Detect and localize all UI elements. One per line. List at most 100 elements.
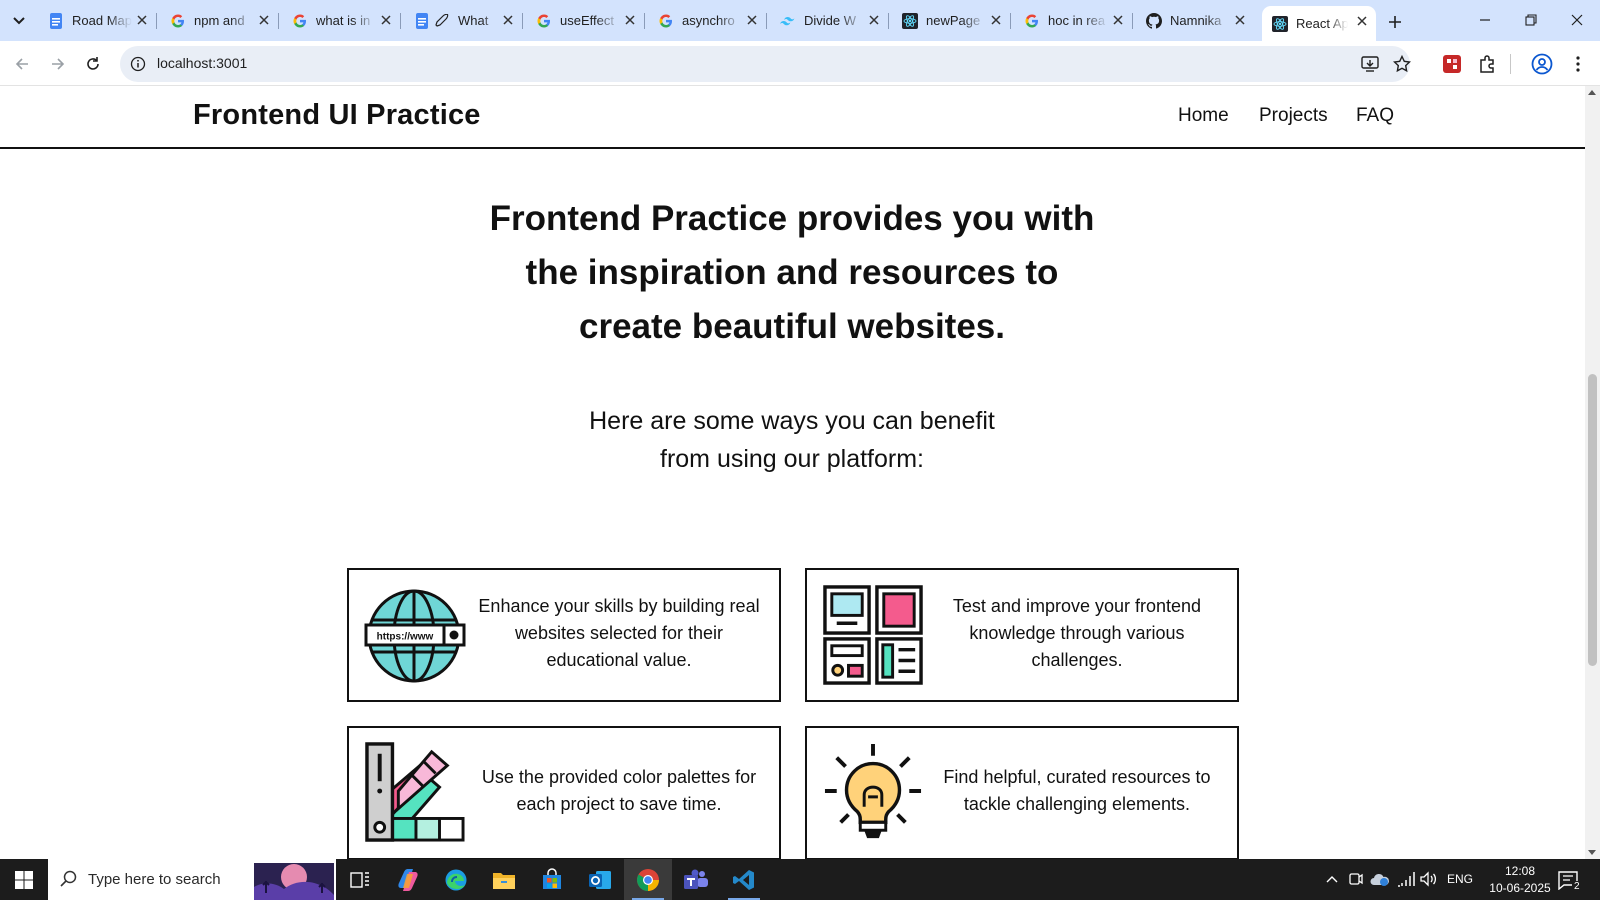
tab-useeffect[interactable]: useEffect [526, 6, 645, 35]
benefit-card-palettes: Use the provided color palettes for each… [347, 726, 781, 859]
site-info-icon[interactable] [128, 54, 148, 74]
tab-title: hoc in rea [1048, 13, 1106, 28]
reload-button[interactable] [79, 50, 107, 78]
card-text: Find helpful, curated resources to tackl… [931, 764, 1223, 818]
outlook-icon [589, 870, 611, 889]
close-tab-icon[interactable] [500, 12, 516, 28]
tab-what[interactable]: What [404, 6, 523, 35]
scrollbar-thumb[interactable] [1588, 374, 1597, 666]
start-button[interactable] [0, 859, 48, 900]
card-line: each project to save time. [516, 794, 722, 814]
bookmark-star-icon[interactable] [1392, 54, 1412, 74]
page-scrollbar[interactable] [1585, 86, 1600, 859]
search-highlight-illustration [254, 863, 334, 900]
tab-npm[interactable]: npm and [160, 6, 279, 35]
taskbar-edge[interactable] [432, 859, 480, 900]
network-icon[interactable] [1396, 869, 1416, 889]
close-tab-icon[interactable] [744, 12, 760, 28]
tab-road-map[interactable]: Road Map [38, 6, 157, 35]
tab-search-button[interactable] [6, 8, 32, 34]
close-tab-icon[interactable] [622, 12, 638, 28]
globe-www-icon: https://www [364, 589, 466, 683]
close-tab-icon[interactable] [988, 12, 1004, 28]
restore-button[interactable] [1508, 0, 1554, 40]
google-docs-icon [48, 12, 64, 29]
taskbar-copilot[interactable] [384, 859, 432, 900]
taskbar-chrome[interactable] [624, 859, 672, 900]
forward-button[interactable] [44, 50, 72, 78]
taskbar-search[interactable]: Type here to search [48, 859, 336, 900]
taskbar-teams[interactable] [672, 859, 720, 900]
clock-time[interactable]: 12:08 [1495, 864, 1545, 878]
clock-date[interactable]: 10-06-2025 [1484, 881, 1556, 895]
close-tab-icon[interactable] [866, 12, 882, 28]
tab-hoc[interactable]: hoc in rea [1014, 6, 1133, 35]
tab-asynchro[interactable]: asynchro [648, 6, 767, 35]
volume-icon[interactable] [1418, 869, 1438, 889]
google-icon [1024, 13, 1040, 29]
tab-separator [888, 13, 889, 29]
browser-toolbar: localhost:3001 [0, 41, 1600, 86]
kebab-menu-icon[interactable] [1566, 52, 1590, 76]
svg-text:https://www: https://www [377, 632, 434, 643]
input-language[interactable]: ENG [1447, 872, 1473, 886]
tab-github[interactable]: Namnika [1136, 6, 1254, 35]
arrow-left-icon [15, 58, 28, 70]
github-icon [1146, 12, 1162, 29]
tab-divide[interactable]: Divide W [770, 6, 889, 35]
folder-icon [493, 872, 515, 889]
tab-what-is-in[interactable]: what is in [282, 6, 401, 35]
new-tab-button[interactable] [1383, 10, 1407, 34]
copilot-icon [398, 868, 418, 891]
tab-title: React Ap [1296, 16, 1348, 31]
install-app-icon[interactable] [1360, 54, 1380, 74]
close-tab-icon[interactable] [1232, 12, 1248, 28]
google-icon [170, 13, 186, 29]
google-docs-icon [414, 12, 430, 29]
url-text: localhost:3001 [157, 55, 248, 71]
card-line: Use the provided color palettes for [481, 767, 757, 787]
close-tab-icon[interactable] [1110, 12, 1126, 28]
close-tab-icon[interactable] [1354, 13, 1370, 29]
task-view-button[interactable] [336, 859, 384, 900]
scroll-down-arrow-icon[interactable] [1588, 850, 1596, 855]
tab-title: what is in [316, 13, 371, 28]
card-line: Test and improve your frontend [952, 596, 1202, 616]
search-placeholder: Type here to search [88, 871, 221, 888]
tab-title: newPage [926, 13, 981, 28]
vscode-icon [733, 869, 754, 890]
taskbar-vscode[interactable] [720, 859, 768, 900]
taskbar-file-explorer[interactable] [480, 859, 528, 900]
close-tab-icon[interactable] [378, 12, 394, 28]
card-line: challenges. [1031, 650, 1123, 670]
taskbar-store[interactable] [528, 859, 576, 900]
show-hidden-icons-icon[interactable] [1322, 869, 1342, 889]
minimize-button[interactable] [1462, 0, 1508, 40]
site-brand[interactable]: Frontend UI Practice [193, 99, 481, 132]
nav-link-projects[interactable]: Projects [1259, 105, 1328, 127]
back-button[interactable] [8, 50, 36, 78]
chevron-down-icon [13, 17, 25, 25]
scroll-up-arrow-icon[interactable] [1588, 90, 1596, 95]
profile-icon[interactable] [1530, 52, 1554, 76]
intro-line: Here are some ways you can benefit [589, 407, 995, 435]
puzzle-extensions-icon[interactable] [1476, 52, 1500, 76]
taskbar-outlook[interactable] [576, 859, 624, 900]
extension-icon[interactable] [1440, 52, 1464, 76]
close-window-button[interactable] [1554, 0, 1600, 40]
close-tab-icon[interactable] [256, 12, 272, 28]
onedrive-icon[interactable] [1370, 869, 1390, 889]
nav-link-home[interactable]: Home [1178, 105, 1229, 127]
hero-line: the inspiration and resources to [525, 253, 1059, 292]
nav-link-faq[interactable]: FAQ [1356, 105, 1394, 127]
meet-now-icon[interactable] [1346, 869, 1366, 889]
card-line: Find helpful, curated resources to [943, 767, 1211, 787]
tab-title: Road Map [72, 13, 132, 28]
notification-count-badge: 2 [1572, 881, 1582, 892]
address-bar[interactable]: localhost:3001 [120, 46, 1412, 82]
tab-react-app[interactable]: React Ap [1262, 6, 1376, 41]
tab-separator [1010, 13, 1011, 29]
tab-newpage[interactable]: newPage [892, 6, 1011, 35]
close-tab-icon[interactable] [134, 12, 150, 28]
windows-logo-icon [15, 870, 33, 889]
